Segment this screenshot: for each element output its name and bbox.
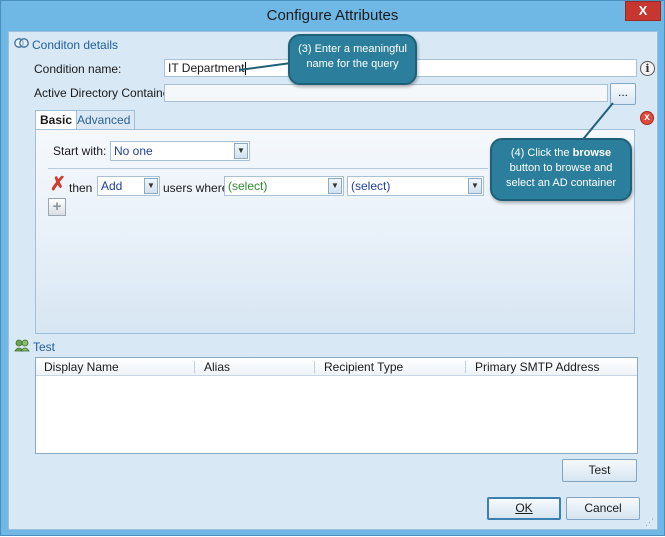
callout-step3-pointer xyxy=(238,62,292,71)
callout-step4: (4) Click the browse button to browse an… xyxy=(490,138,632,201)
callout-step3: (3) Enter a meaningful name for the quer… xyxy=(288,34,417,85)
configure-attributes-dialog: Configure Attributes X Conditon details … xyxy=(0,0,665,536)
callout-step4-prefix: (4) Click the xyxy=(510,147,570,159)
callout-step4-bold: browse xyxy=(572,147,612,159)
tab-basic[interactable]: Basic xyxy=(35,110,78,129)
callout-step4-suffix: button to browse and select an AD contai… xyxy=(505,162,617,189)
